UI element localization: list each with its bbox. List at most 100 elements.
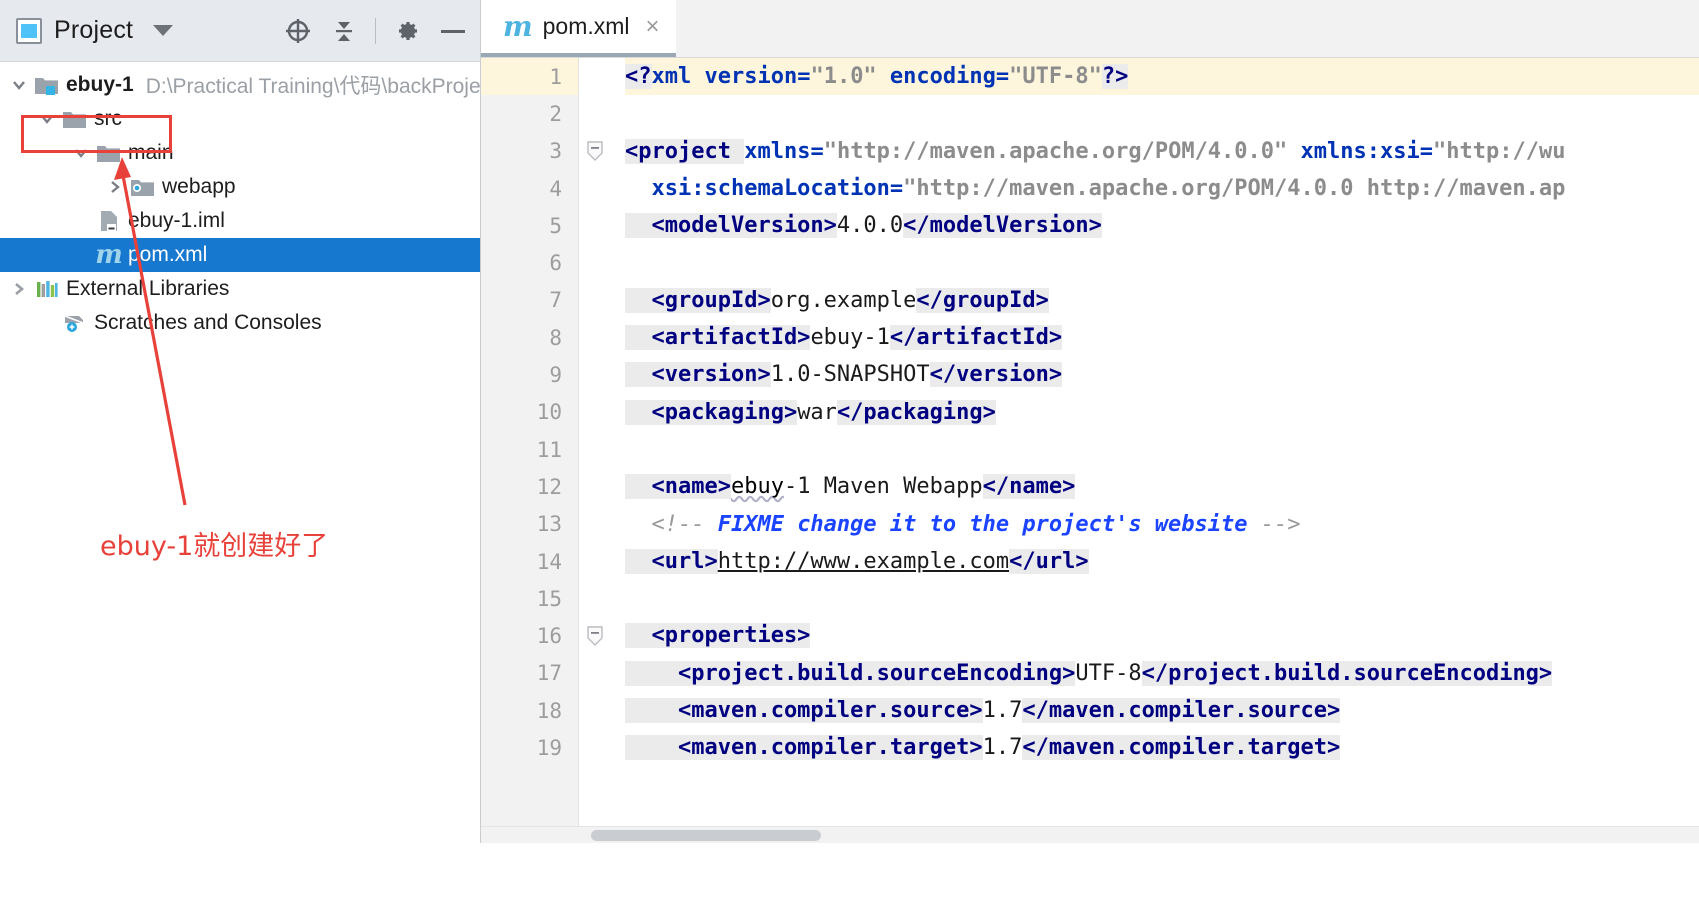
annotation-text: ebuy-1就创建好了 bbox=[100, 531, 329, 562]
code-line[interactable]: <properties> bbox=[625, 617, 1699, 654]
tree-label-ebuy-1: ebuy-1 bbox=[66, 73, 134, 96]
code-token: war bbox=[797, 399, 837, 425]
code-line[interactable] bbox=[625, 244, 1699, 281]
project-tool-window: Project ebuy-1 D:\Practical Training\代码\… bbox=[0, 0, 481, 843]
code-token: </version> bbox=[929, 362, 1063, 388]
chevron-down-icon[interactable] bbox=[153, 25, 174, 36]
code-token: </name> bbox=[982, 474, 1076, 500]
code-token: <packaging> bbox=[625, 399, 798, 425]
project-pane-title-group[interactable]: Project bbox=[16, 16, 174, 45]
code-token: <modelVersion> bbox=[625, 213, 837, 239]
code-line[interactable]: <groupId>org.example</groupId> bbox=[625, 282, 1699, 319]
module-folder-icon bbox=[32, 74, 62, 96]
line-number: 13 bbox=[536, 512, 562, 537]
project-pane-header: Project bbox=[0, 0, 480, 62]
line-number: 4 bbox=[549, 176, 562, 201]
code-line[interactable] bbox=[625, 95, 1699, 132]
chevron-expanded-icon[interactable] bbox=[6, 76, 32, 94]
toolbar-separator bbox=[375, 17, 376, 44]
code-token: "http://maven.apache.org/POM/4.0.0" bbox=[823, 138, 1288, 164]
code-token: encoding= bbox=[876, 64, 1010, 89]
tree-label-main: main bbox=[128, 141, 174, 164]
tree-row-ebuy-1-iml[interactable]: ebuy-1.iml bbox=[0, 204, 480, 238]
code-token: <artifactId> bbox=[625, 325, 811, 351]
code-token: org.example bbox=[770, 287, 917, 313]
chevron-expanded-icon[interactable] bbox=[34, 110, 60, 128]
project-pane-title: Project bbox=[54, 16, 134, 44]
code-token: <project bbox=[625, 138, 745, 164]
code-token: xml version= bbox=[651, 64, 811, 89]
code-token: xmlns:xsi= bbox=[1287, 138, 1433, 164]
chevron-collapsed-icon[interactable] bbox=[6, 280, 32, 298]
line-number: 17 bbox=[536, 661, 562, 686]
code-token: "http://maven.apache.org/POM/4.0.0 http:… bbox=[903, 175, 1566, 201]
code-editor[interactable]: 1 2 3 4 5 6 7 8 9 10 11 12 13 14 15 16 17 18 19 <?xml vers… bbox=[481, 58, 1699, 843]
code-token: 1.0-SNAPSHOT bbox=[770, 362, 930, 388]
tree-row-main[interactable]: main bbox=[0, 136, 480, 170]
code-line[interactable]: <name>ebuy-1 Maven Webapp</name> bbox=[625, 468, 1699, 505]
code-line[interactable]: <?xml version="1.0" encoding="UTF-8"?> bbox=[625, 58, 1699, 96]
code-token: <maven.compiler.target> bbox=[625, 735, 983, 761]
code-token: ebuy bbox=[730, 474, 784, 500]
code-token: 1.7 bbox=[982, 735, 1023, 761]
scratches-icon bbox=[60, 312, 90, 334]
close-icon[interactable]: × bbox=[646, 14, 660, 39]
fold-marker-icon[interactable] bbox=[583, 618, 607, 655]
minimize-icon[interactable] bbox=[438, 16, 468, 46]
line-number-gutter: 1 2 3 4 5 6 7 8 9 10 11 12 13 14 15 16 17 18 19 bbox=[481, 58, 579, 843]
tree-row-ebuy-1[interactable]: ebuy-1 D:\Practical Training\代码\backProj… bbox=[0, 68, 481, 102]
scrollbar-thumb[interactable] bbox=[591, 830, 821, 841]
code-token: <project.build.sourceEncoding> bbox=[625, 660, 1076, 686]
line-number: 12 bbox=[536, 474, 562, 499]
line-number: 8 bbox=[549, 325, 562, 350]
libraries-icon bbox=[32, 278, 62, 300]
code-line[interactable]: <project xmlns="http://maven.apache.org/… bbox=[625, 133, 1699, 170]
code-line[interactable]: <maven.compiler.source>1.7</maven.compil… bbox=[625, 692, 1699, 729]
tab-pom-xml[interactable]: m pom.xml × bbox=[481, 0, 676, 57]
folder-icon bbox=[94, 142, 124, 164]
gear-icon[interactable] bbox=[392, 16, 422, 46]
code-line[interactable]: <artifactId>ebuy-1</artifactId> bbox=[625, 319, 1699, 356]
horizontal-scrollbar[interactable] bbox=[481, 826, 1699, 843]
code-token: "1.0" bbox=[810, 64, 877, 89]
code-line[interactable]: <maven.compiler.target>1.7</maven.compil… bbox=[625, 729, 1699, 766]
line-number: 11 bbox=[536, 437, 562, 462]
code-line[interactable]: <version>1.0-SNAPSHOT</version> bbox=[625, 356, 1699, 393]
line-number: 3 bbox=[549, 139, 562, 164]
line-number: 19 bbox=[536, 735, 562, 760]
fold-marker-icon[interactable] bbox=[583, 133, 607, 170]
tree-row-external-libraries[interactable]: External Libraries bbox=[0, 272, 480, 306]
locate-target-icon[interactable] bbox=[283, 16, 313, 46]
tree-row-scratches-and-consoles[interactable]: Scratches and Consoles bbox=[0, 306, 480, 340]
code-line[interactable]: <modelVersion>4.0.0</modelVersion> bbox=[625, 207, 1699, 244]
code-token: "http://wu bbox=[1433, 138, 1566, 164]
line-number: 15 bbox=[536, 586, 562, 611]
tree-row-pom-xml[interactable]: m pom.xml bbox=[0, 238, 480, 272]
code-token: xmlns= bbox=[744, 138, 824, 164]
code-line[interactable]: <packaging>war</packaging> bbox=[625, 394, 1699, 431]
code-token: <name> bbox=[625, 474, 731, 500]
code-line[interactable] bbox=[625, 580, 1699, 617]
collapse-all-icon[interactable] bbox=[329, 16, 359, 46]
code-line[interactable]: <!-- FIXME change it to the project's we… bbox=[625, 506, 1699, 543]
code-token: </maven.compiler.source> bbox=[1022, 698, 1341, 724]
code-line[interactable]: <project.build.sourceEncoding>UTF-8</pro… bbox=[625, 655, 1699, 692]
tree-row-webapp[interactable]: webapp bbox=[0, 170, 480, 204]
code-folding-gutter[interactable] bbox=[579, 58, 611, 843]
code-token: <maven.compiler.source> bbox=[625, 698, 983, 724]
chevron-expanded-icon[interactable] bbox=[68, 144, 94, 162]
line-number: 6 bbox=[549, 251, 562, 276]
code-content[interactable]: <?xml version="1.0" encoding="UTF-8"?> <… bbox=[611, 58, 1699, 843]
code-line[interactable]: xsi:schemaLocation="http://maven.apache.… bbox=[625, 170, 1699, 207]
tree-row-src[interactable]: src bbox=[0, 102, 480, 136]
line-number: 16 bbox=[536, 624, 562, 649]
folder-icon bbox=[60, 108, 90, 130]
code-line[interactable]: <url>http://www.example.com</url> bbox=[625, 543, 1699, 580]
project-window-icon bbox=[16, 17, 42, 44]
code-line[interactable] bbox=[625, 431, 1699, 468]
code-token: </artifactId> bbox=[889, 325, 1063, 351]
tab-label: pom.xml bbox=[542, 13, 630, 39]
tree-path-ebuy-1: D:\Practical Training\代码\backProje bbox=[145, 75, 481, 98]
code-token: <url> bbox=[625, 548, 718, 574]
chevron-collapsed-icon[interactable] bbox=[102, 178, 128, 196]
